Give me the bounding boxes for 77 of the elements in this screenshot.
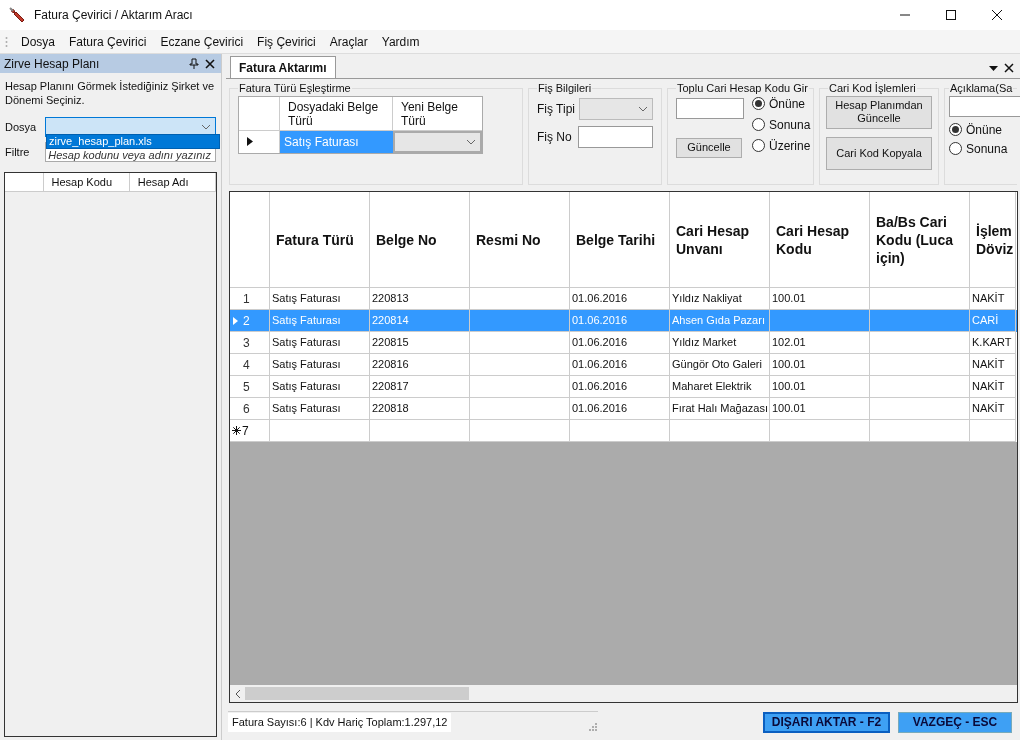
update-button[interactable]: Güncelle: [676, 137, 742, 158]
radio-label: Önüne: [966, 121, 1003, 138]
grip-icon: [5, 35, 8, 48]
radio-label: Sonuna: [769, 116, 811, 133]
action-button[interactable]: DIŞARI AKTAR - F2: [763, 711, 890, 733]
field-label: Dosya: [5, 119, 38, 135]
radio-label: Önüne: [769, 95, 806, 112]
grid-row[interactable]: 5 Satış Faturası 220817 01.06.2016 Maharet Elektrik 100.01 NAKİT: [230, 376, 1017, 398]
action-button[interactable]: Hesap Planımdan Güncelle: [826, 95, 932, 129]
grid-row[interactable]: 3 Satış Faturası 220815 01.06.2016 Yıldız Market 102.01 K.KART: [230, 332, 1017, 354]
code-field[interactable]: [676, 97, 744, 119]
file-dropdown[interactable]: [45, 117, 216, 137]
radio-button[interactable]: [752, 118, 765, 132]
column-header[interactable]: Dosyadaki Belge Türü: [280, 96, 393, 130]
column-header[interactable]: Yeni Belge Türü: [393, 96, 482, 130]
dropdown-arrow-icon[interactable]: [989, 66, 998, 71]
scrollbar-thumb[interactable]: [245, 687, 469, 700]
field-label: Filtre: [5, 144, 31, 160]
chevron-down-icon: [638, 105, 648, 112]
field-label: Fiş Tipi: [537, 100, 576, 117]
file-dropdown-menu[interactable]: zirve_hesap_plan.xls: [46, 134, 220, 149]
action-button[interactable]: VAZGEÇ - ESC: [898, 711, 1012, 733]
row-number: 6: [243, 400, 250, 417]
row-number: 5: [243, 378, 250, 395]
close-icon[interactable]: [205, 58, 215, 69]
table-cell: Satış Faturası: [280, 130, 393, 153]
horizontal-scrollbar[interactable]: [230, 685, 1017, 702]
description-field[interactable]: [949, 95, 1020, 117]
grid-row[interactable]: 6 Satış Faturası 220818 01.06.2016 Fırat Halı Mağazası 100.01 NAKİT: [230, 398, 1017, 420]
resize-grip-icon: [588, 721, 598, 732]
group-title: Fiş Bilgileri: [537, 81, 593, 96]
tab[interactable]: Fatura Aktarımı: [230, 56, 336, 78]
menu-item[interactable]: Araçlar: [322, 33, 375, 50]
radio-button[interactable]: [949, 142, 962, 156]
row-number: 4: [243, 356, 250, 373]
radio-button[interactable]: [752, 139, 765, 153]
group-title: Toplu Cari Hesap Kodu Gir: [676, 81, 809, 96]
panel-title: Zirve Hesap Planı: [4, 55, 100, 72]
instruction-text: Hesap Planını Görmek İstediğiniz Şirket ve Dönemi Seçiniz.: [4, 79, 216, 107]
menu-item[interactable]: Dosya: [14, 33, 62, 50]
radio-button[interactable]: [949, 123, 962, 137]
group-title: Fatura Türü Eşleştirme: [238, 81, 352, 96]
row-pointer-icon: [233, 316, 238, 325]
wrench-icon: [8, 6, 26, 24]
maximize-icon: [946, 10, 956, 20]
close-icon: [992, 10, 1002, 20]
menu-item[interactable]: Fiş Çevirici: [250, 33, 323, 50]
close-icon[interactable]: [1004, 63, 1014, 73]
action-button[interactable]: Cari Kod Kopyala: [826, 136, 932, 170]
chevron-down-icon: [466, 138, 476, 145]
radio-label: Sonuna: [966, 140, 1008, 157]
asterisk-icon: [232, 426, 241, 435]
menu-item[interactable]: Eczane Çevirici: [153, 33, 251, 50]
status-text: Fatura Sayısı:6 | Kdv Hariç Toplam:1.297,12: [228, 713, 452, 732]
row-pointer-icon: [247, 137, 253, 147]
row-number: 2: [243, 312, 250, 329]
menu-item[interactable]: Fatura Çevirici: [62, 33, 154, 50]
row-number: 1: [243, 290, 250, 307]
radio-button[interactable]: [752, 97, 765, 111]
group-title: Açıklama(Sa: [949, 81, 1014, 96]
type-dropdown[interactable]: [578, 97, 653, 120]
grid-row[interactable]: 4 Satış Faturası 220816 01.06.2016 Güngör Oto Galeri 100.01 NAKİT: [230, 354, 1017, 376]
number-field[interactable]: [578, 125, 653, 148]
type-dropdown[interactable]: [393, 130, 482, 153]
column-header[interactable]: Hesap Kodu: [43, 173, 130, 191]
row-number: 3: [243, 334, 250, 351]
menu-item[interactable]: Yardım: [374, 33, 427, 50]
field-label: Fiş No: [537, 128, 573, 145]
chevron-left-icon[interactable]: [235, 689, 240, 698]
group-title: Cari Kod İşlemleri: [828, 81, 917, 96]
chevron-down-icon: [201, 124, 211, 130]
column-header[interactable]: Hesap Adı: [129, 173, 216, 191]
window-title: Fatura Çevirici / Aktarım Aracı: [34, 7, 193, 23]
pin-icon[interactable]: [189, 58, 199, 69]
grid-row[interactable]: 1 Satış Faturası 220813 01.06.2016 Yıldız Nakliyat 100.01 NAKİT: [230, 288, 1017, 310]
row-number: 7: [242, 422, 249, 439]
radio-label: Üzerine: [769, 137, 811, 154]
